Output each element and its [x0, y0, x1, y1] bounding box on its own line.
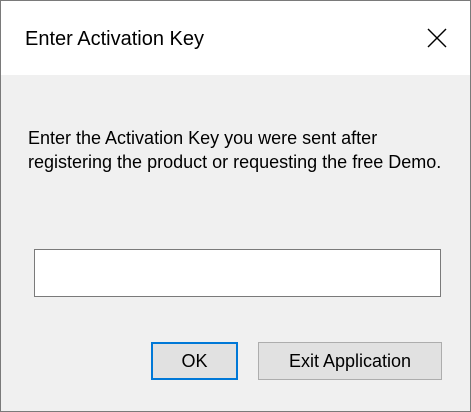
- activation-dialog: Enter Activation Key Enter the Activatio…: [0, 0, 471, 412]
- instruction-text: Enter the Activation Key you were sent a…: [28, 128, 442, 172]
- title-bar: Enter Activation Key: [1, 1, 470, 75]
- close-button[interactable]: [404, 1, 470, 75]
- activation-key-input[interactable]: [34, 249, 441, 297]
- dialog-title: Enter Activation Key: [25, 28, 204, 50]
- exit-application-button[interactable]: Exit Application: [258, 342, 442, 380]
- ok-button[interactable]: OK: [151, 342, 238, 380]
- close-icon: [427, 28, 447, 48]
